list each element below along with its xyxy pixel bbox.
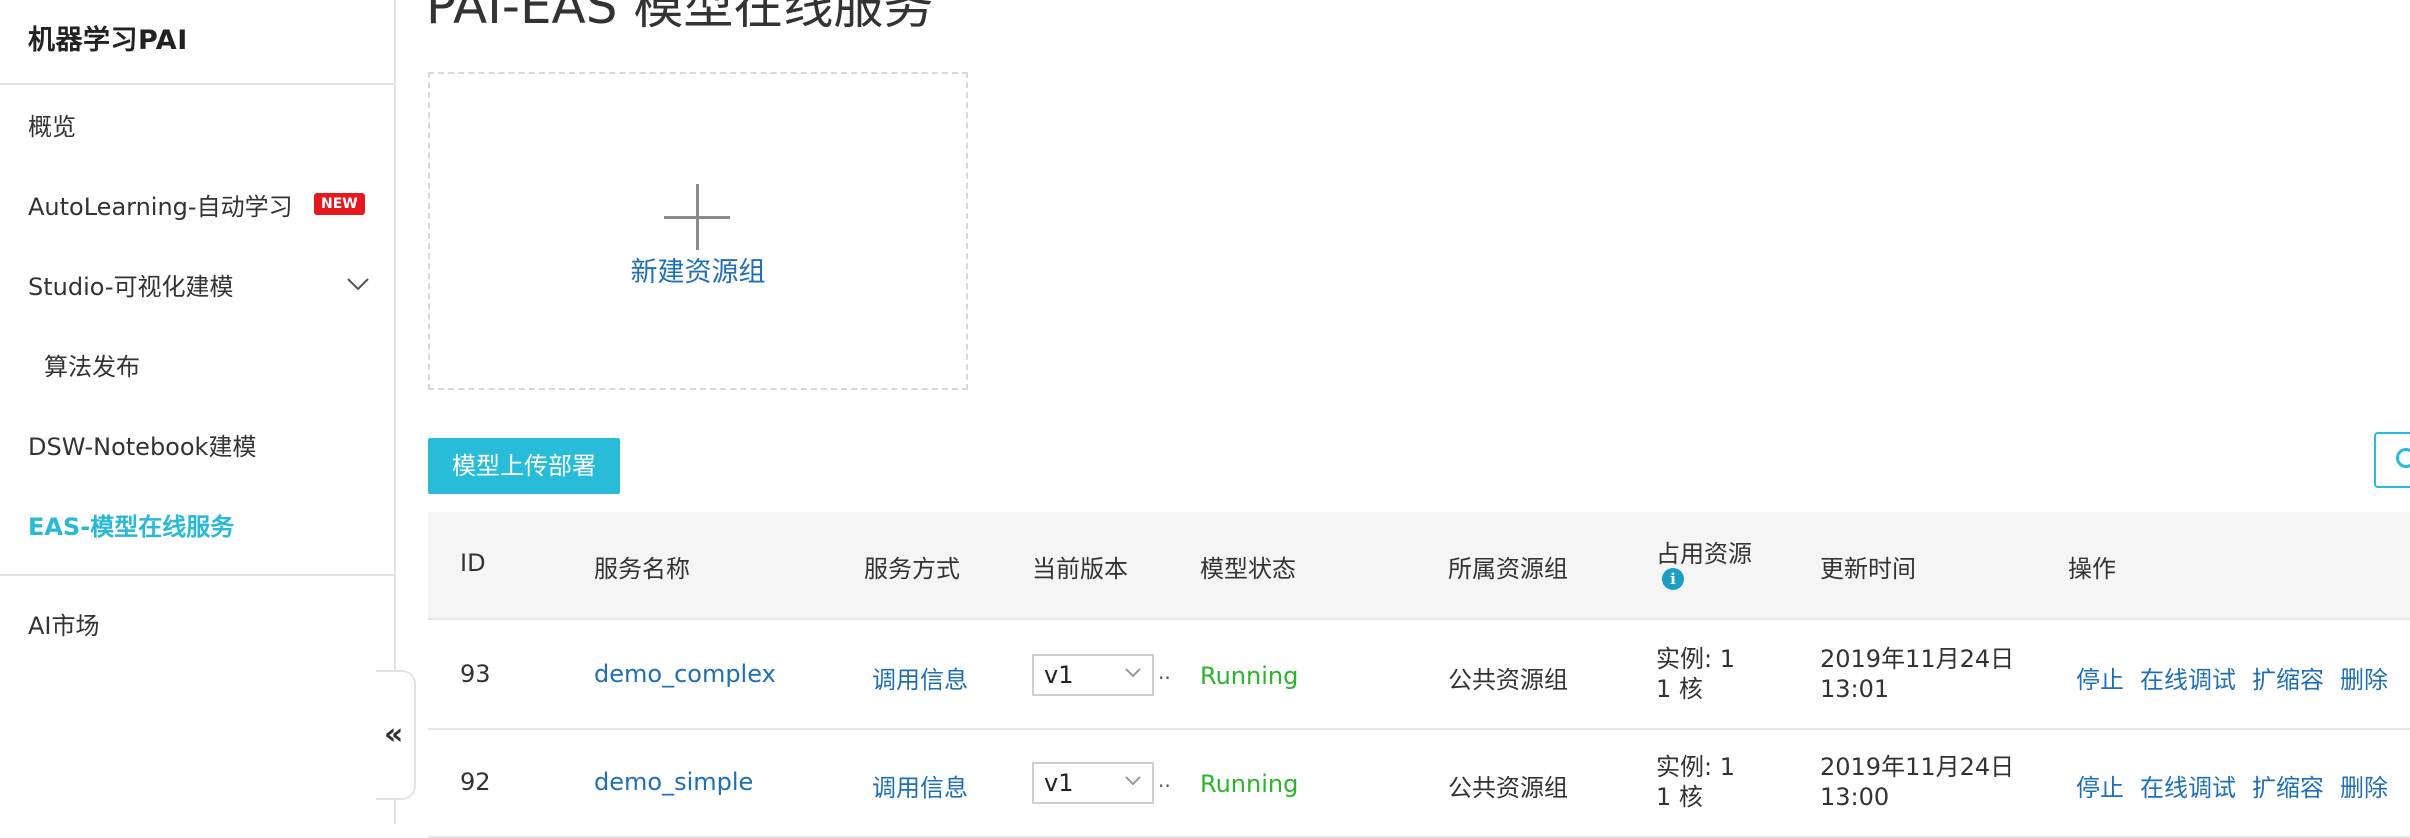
divider	[0, 83, 396, 85]
search-button[interactable]	[2374, 432, 2410, 488]
info-icon[interactable]: i	[1662, 568, 1684, 590]
divider	[0, 574, 396, 576]
create-resource-group-label[interactable]: 新建资源组	[428, 250, 968, 289]
version-select[interactable]: v1	[1032, 762, 1154, 804]
sidebar-item-ai-market[interactable]: AI市场	[28, 606, 378, 646]
new-badge: NEW	[314, 193, 365, 215]
scale-link[interactable]: 扩缩容	[2252, 768, 2324, 803]
call-info-link[interactable]: 调用信息	[872, 768, 968, 803]
stop-link[interactable]: 停止	[2076, 660, 2124, 695]
resource-instances: 实例: 1	[1656, 753, 1735, 781]
page-title: PAI-EAS 模型在线服务	[426, 0, 934, 35]
chevron-down-icon[interactable]	[346, 276, 370, 292]
chevron-down-icon	[1125, 668, 1141, 678]
plus-icon	[696, 184, 699, 250]
updated-clock: 13:00	[1820, 783, 1890, 811]
row-id: 92	[460, 768, 491, 796]
scale-link[interactable]: 扩缩容	[2252, 660, 2324, 695]
column-header-actions: 操作	[2068, 555, 2116, 583]
sidebar: 机器学习PAI 概览 AutoLearning-自动学习 NEW Studio-…	[0, 0, 396, 824]
resource-cores: 1 核	[1656, 783, 1703, 811]
brand-title: 机器学习PAI	[28, 25, 188, 56]
ellipsis-icon: ..	[1158, 768, 1171, 792]
column-header-updated: 更新时间	[1820, 555, 1916, 583]
resource-instances: 实例: 1	[1656, 645, 1735, 673]
stop-link[interactable]: 停止	[2076, 768, 2124, 803]
status-text: Running	[1200, 770, 1299, 798]
online-debug-link[interactable]: 在线调试	[2140, 768, 2236, 803]
resource-group: 公共资源组	[1448, 666, 1568, 694]
sidebar-item-algorithm-publish[interactable]: 算法发布	[44, 347, 394, 387]
status-text: Running	[1200, 662, 1299, 690]
table-header: ID 服务名称 服务方式 当前版本 模型状态 所属资源组 占用资源 i 更新时间…	[428, 512, 2410, 620]
resource-usage: 实例: 1 1 核	[1656, 752, 1735, 812]
search-icon	[2396, 448, 2410, 468]
online-debug-link[interactable]: 在线调试	[2140, 660, 2236, 695]
sidebar-item-studio[interactable]: Studio-可视化建模	[28, 267, 378, 307]
delete-link[interactable]: 删除	[2340, 660, 2388, 695]
table-row: 93 demo_complex 调用信息 v1 .. Running 公共资源组…	[428, 622, 2410, 730]
sidebar-item-overview[interactable]: 概览	[28, 107, 378, 147]
collapse-icon[interactable]: «	[384, 720, 403, 750]
updated-time: 2019年11月24日 13:00	[1820, 752, 2014, 812]
chevron-down-icon	[1125, 776, 1141, 786]
column-header-status: 模型状态	[1200, 555, 1296, 583]
column-header-resources: 占用资源	[1656, 540, 1752, 568]
updated-date: 2019年11月24日	[1820, 753, 2015, 781]
version-select[interactable]: v1	[1032, 654, 1154, 696]
service-name-link[interactable]: demo_complex	[594, 660, 776, 688]
call-info-link[interactable]: 调用信息	[872, 660, 968, 695]
column-header-group: 所属资源组	[1448, 555, 1568, 583]
updated-date: 2019年11月24日	[1820, 645, 2015, 673]
resource-group: 公共资源组	[1448, 774, 1568, 802]
table-row: 92 demo_simple 调用信息 v1 .. Running 公共资源组 …	[428, 730, 2410, 838]
sidebar-item-eas[interactable]: EAS-模型在线服务	[28, 507, 378, 547]
column-header-method: 服务方式	[864, 555, 960, 583]
row-id: 93	[460, 660, 491, 688]
column-header-id: ID	[460, 549, 486, 577]
sidebar-item-dsw[interactable]: DSW-Notebook建模	[28, 427, 378, 467]
updated-time: 2019年11月24日 13:01	[1820, 644, 2014, 704]
updated-clock: 13:01	[1820, 675, 1890, 703]
resource-usage: 实例: 1 1 核	[1656, 644, 1735, 704]
version-select-value: v1	[1044, 769, 1074, 797]
version-select-value: v1	[1044, 661, 1074, 689]
resource-cores: 1 核	[1656, 675, 1703, 703]
column-header-name: 服务名称	[594, 555, 690, 583]
column-header-version: 当前版本	[1032, 555, 1128, 583]
service-name-link[interactable]: demo_simple	[594, 768, 753, 796]
delete-link[interactable]: 删除	[2340, 768, 2388, 803]
deploy-model-button[interactable]: 模型上传部署	[428, 438, 620, 494]
ellipsis-icon: ..	[1158, 660, 1171, 684]
